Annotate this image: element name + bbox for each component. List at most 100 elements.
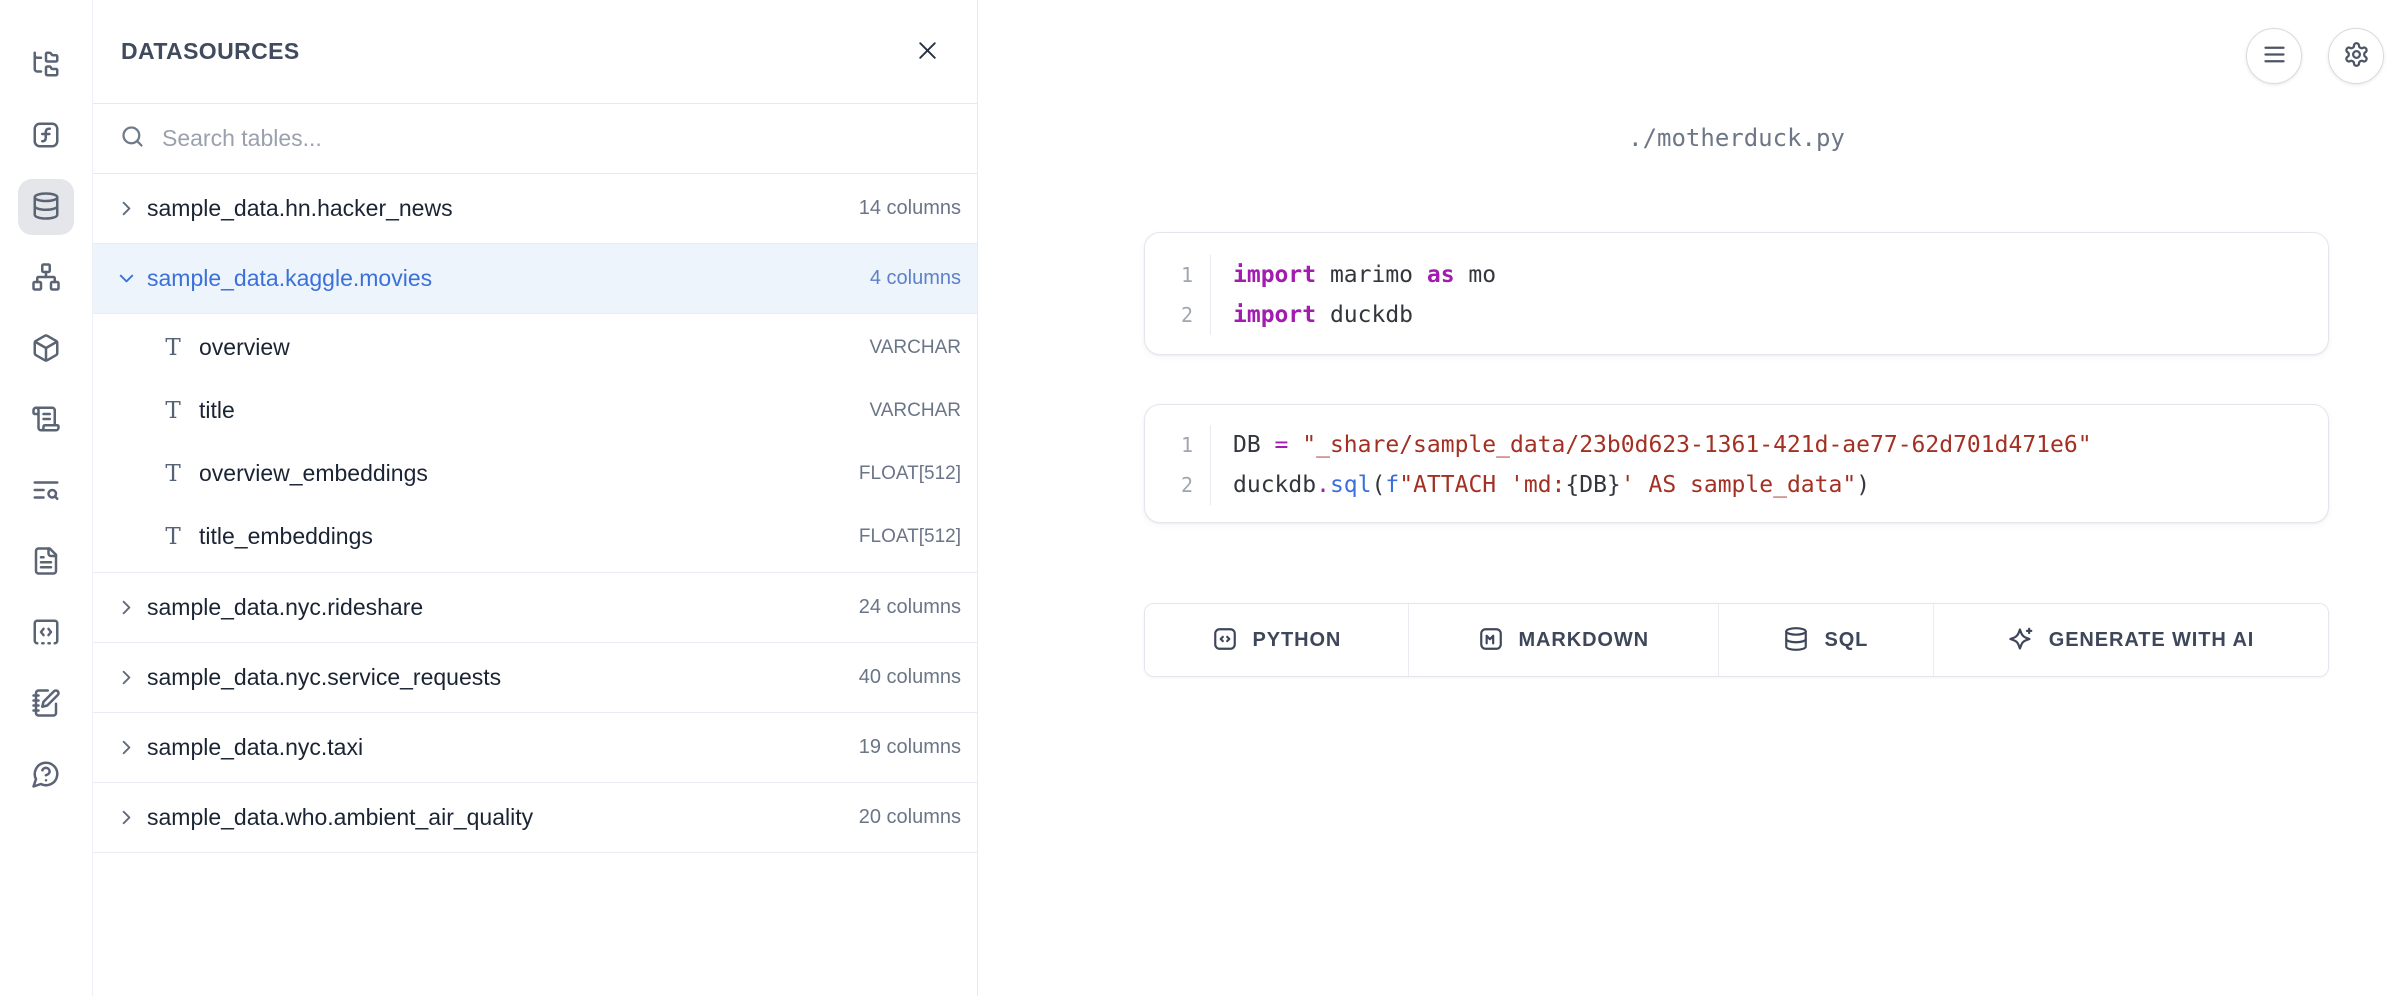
- table-column-count: 4 columns: [870, 267, 961, 290]
- table-row-kaggle-movies[interactable]: sample_data.kaggle.movies 4 columns: [93, 244, 977, 314]
- line-number: 2: [1145, 465, 1211, 505]
- code-text: DB = "_share/sample_data/23b0d623-1361-4…: [1211, 432, 2092, 458]
- table-name: sample_data.nyc.taxi: [147, 734, 850, 761]
- code-line: 2duckdb.sql(f"ATTACH 'md:{DB}' AS sample…: [1145, 465, 2328, 505]
- snippets-icon: [31, 617, 61, 650]
- code-cell-attach-db[interactable]: 1DB = "_share/sample_data/23b0d623-1361-…: [1144, 404, 2329, 523]
- line-number: 1: [1145, 255, 1211, 295]
- search-input[interactable]: [162, 125, 953, 152]
- notebook-area: ./motherduck.py 1import marimo as mo2imp…: [979, 0, 2399, 996]
- sparkles-icon: [2008, 626, 2034, 655]
- sidebar-item-packages[interactable]: [18, 321, 74, 377]
- table-row-who-ambient-air-quality[interactable]: sample_data.who.ambient_air_quality 20 c…: [93, 783, 977, 853]
- table-column-count: 40 columns: [859, 666, 961, 689]
- add-button-label: GENERATE WITH AI: [2049, 629, 2255, 652]
- table-column-count: 19 columns: [859, 736, 961, 759]
- datasources-panel: DATASOURCES sample_data.hn.hacker_news 1…: [92, 0, 978, 996]
- table-search: [93, 104, 977, 174]
- chevron-down-icon: [115, 267, 138, 290]
- code-square-icon: [1212, 626, 1238, 655]
- column-type: VARCHAR: [870, 400, 962, 422]
- add-markdown-cell-button[interactable]: MARKDOWN: [1409, 604, 1719, 676]
- table-column-count: 24 columns: [859, 596, 961, 619]
- notebook-filename[interactable]: ./motherduck.py: [1144, 124, 2329, 152]
- text-type-icon: T: [161, 335, 185, 361]
- code-line: 1import marimo as mo: [1145, 255, 2328, 295]
- column-row-overview-embeddings[interactable]: T overview_embeddings FLOAT[512]: [93, 442, 977, 505]
- column-row-title[interactable]: T title VARCHAR: [93, 379, 977, 442]
- add-cell-bar: PYTHON MARKDOWN SQL GENERATE WITH AI: [1144, 603, 2329, 677]
- table-name: sample_data.nyc.service_requests: [147, 664, 850, 691]
- text-type-icon: T: [161, 524, 185, 550]
- database-icon: [31, 191, 61, 224]
- table-name: sample_data.hn.hacker_news: [147, 195, 850, 222]
- list-search-icon: [31, 475, 61, 508]
- line-number: 2: [1145, 295, 1211, 335]
- chevron-right-icon: [115, 596, 138, 619]
- table-row-nyc-rideshare[interactable]: sample_data.nyc.rideshare 24 columns: [93, 573, 977, 643]
- column-row-overview[interactable]: T overview VARCHAR: [93, 316, 977, 379]
- sidebar-item-file-explorer[interactable]: [18, 37, 74, 93]
- add-button-label: PYTHON: [1253, 629, 1342, 652]
- column-name: title_embeddings: [199, 523, 845, 550]
- chevron-right-icon: [115, 197, 138, 220]
- document-icon: [31, 546, 61, 579]
- code-text: import duckdb: [1211, 302, 1413, 328]
- code-line: 2import duckdb: [1145, 295, 2328, 335]
- table-column-count: 20 columns: [859, 806, 961, 829]
- gear-icon: [2343, 41, 2370, 71]
- hamburger-menu-icon: [2261, 41, 2288, 71]
- chevron-right-icon: [115, 666, 138, 689]
- file-tree-icon: [31, 49, 61, 82]
- scroll-logs-icon: [31, 404, 61, 437]
- code-cell-imports[interactable]: 1import marimo as mo2import duckdb: [1144, 232, 2329, 355]
- chevron-right-icon: [115, 736, 138, 759]
- text-type-icon: T: [161, 461, 185, 487]
- markdown-icon: [1478, 626, 1504, 655]
- sidebar-item-snippets[interactable]: [18, 605, 74, 661]
- top-actions: [2246, 28, 2384, 84]
- sidebar-item-tracebacks[interactable]: [18, 463, 74, 519]
- dependency-graph-icon: [31, 262, 61, 295]
- close-panel-button[interactable]: [907, 32, 947, 72]
- close-icon: [915, 38, 940, 66]
- chevron-right-icon: [115, 806, 138, 829]
- add-sql-cell-button[interactable]: SQL: [1719, 604, 1934, 676]
- code-text: duckdb.sql(f"ATTACH 'md:{DB}' AS sample_…: [1211, 472, 1870, 498]
- sidebar-item-scratchpad[interactable]: [18, 676, 74, 732]
- help-chat-icon: [31, 759, 61, 792]
- table-row-nyc-taxi[interactable]: sample_data.nyc.taxi 19 columns: [93, 713, 977, 783]
- table-column-count: 14 columns: [859, 197, 961, 220]
- column-type: VARCHAR: [870, 337, 962, 359]
- icon-rail: [0, 0, 92, 996]
- table-row-nyc-service-requests[interactable]: sample_data.nyc.service_requests 40 colu…: [93, 643, 977, 713]
- add-button-label: SQL: [1824, 629, 1868, 652]
- text-type-icon: T: [161, 398, 185, 424]
- package-icon: [31, 333, 61, 366]
- column-type: FLOAT[512]: [859, 526, 961, 548]
- sidebar-item-documentation[interactable]: [18, 534, 74, 590]
- sidebar-item-dependencies[interactable]: [18, 250, 74, 306]
- add-button-label: MARKDOWN: [1519, 629, 1650, 652]
- sidebar-item-help[interactable]: [18, 747, 74, 803]
- sidebar-item-variables[interactable]: [18, 108, 74, 164]
- table-name: sample_data.nyc.rideshare: [147, 594, 850, 621]
- add-python-cell-button[interactable]: PYTHON: [1145, 604, 1409, 676]
- table-name: sample_data.who.ambient_air_quality: [147, 804, 850, 831]
- code-line: 1DB = "_share/sample_data/23b0d623-1361-…: [1145, 425, 2328, 465]
- table-name: sample_data.kaggle.movies: [147, 265, 861, 292]
- notebook-menu-button[interactable]: [2246, 28, 2302, 84]
- search-icon: [119, 123, 146, 155]
- generate-with-ai-button[interactable]: GENERATE WITH AI: [1934, 604, 2328, 676]
- scratchpad-icon: [31, 688, 61, 721]
- sidebar-item-logs[interactable]: [18, 392, 74, 448]
- table-row-hacker-news[interactable]: sample_data.hn.hacker_news 14 columns: [93, 174, 977, 244]
- settings-button[interactable]: [2328, 28, 2384, 84]
- column-name: title: [199, 397, 856, 424]
- marimo-app: DATASOURCES sample_data.hn.hacker_news 1…: [0, 0, 2399, 996]
- panel-header: DATASOURCES: [93, 0, 977, 104]
- column-name: overview_embeddings: [199, 460, 845, 487]
- database-icon: [1783, 626, 1809, 655]
- sidebar-item-datasources[interactable]: [18, 179, 74, 235]
- column-row-title-embeddings[interactable]: T title_embeddings FLOAT[512]: [93, 505, 977, 568]
